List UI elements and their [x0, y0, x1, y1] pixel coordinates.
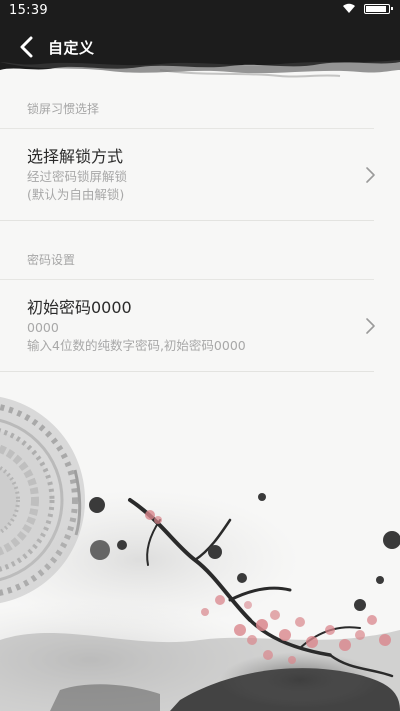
- status-time: 15:39: [9, 3, 48, 18]
- setting-subtitle: 经过密码锁屏解锁: [27, 169, 128, 184]
- setting-title: 选择解锁方式: [27, 147, 124, 166]
- title-bar: 自定义: [0, 22, 400, 72]
- status-bar: 15:39: [0, 0, 400, 22]
- section-header-lock-habit: 锁屏习惯选择: [0, 90, 374, 129]
- battery-fill: [366, 5, 387, 12]
- setting-title: 初始密码0000: [27, 298, 132, 317]
- app-screen: 15:39 自定义 锁屏习惯选择 选择解锁方式 经过密码锁屏解锁 (默认为自由解…: [0, 0, 400, 711]
- plum-blossoms: [145, 510, 391, 664]
- battery-icon: [364, 3, 393, 14]
- section-header-password: 密码设置: [0, 241, 374, 280]
- back-button[interactable]: [10, 30, 42, 64]
- plum-branch: [128, 498, 394, 678]
- setting-subtitle: (默认为自由解锁): [27, 187, 125, 202]
- chevron-right-icon: [366, 317, 375, 334]
- setting-item-initial-password[interactable]: 初始密码0000 0000 输入4位数的纯数字密码,初始密码0000: [0, 280, 375, 372]
- setting-subtitle: 0000: [27, 320, 59, 335]
- wifi-icon: [343, 3, 355, 13]
- chevron-right-icon: [366, 166, 375, 183]
- page-title: 自定义: [48, 39, 95, 57]
- settings-list: 锁屏习惯选择 选择解锁方式 经过密码锁屏解锁 (默认为自由解锁) 密码设置 初始…: [0, 90, 400, 372]
- setting-subtitle: 输入4位数的纯数字密码,初始密码0000: [27, 338, 246, 353]
- chevron-left-icon: [20, 36, 33, 58]
- status-icons: [342, 3, 393, 14]
- setting-item-unlock-method[interactable]: 选择解锁方式 经过密码锁屏解锁 (默认为自由解锁): [0, 129, 375, 221]
- decorative-plate: [0, 396, 85, 604]
